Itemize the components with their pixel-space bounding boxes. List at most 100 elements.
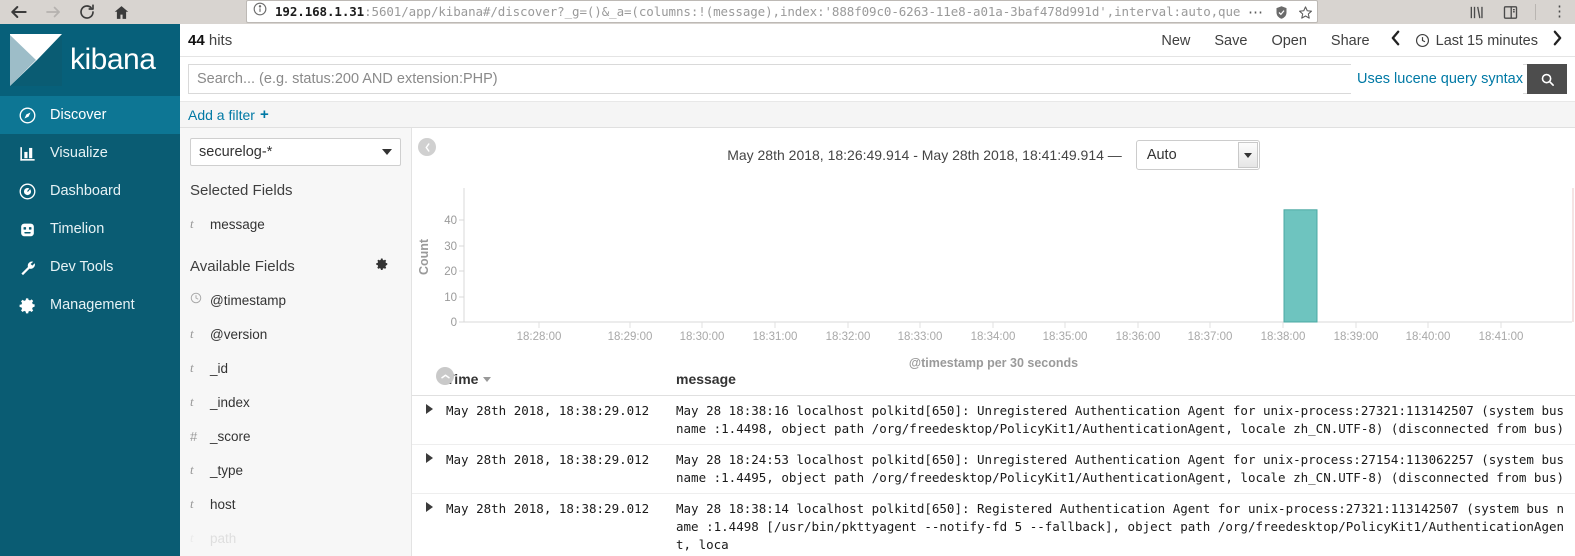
- field-item-path[interactable]: t path: [180, 521, 411, 555]
- field-item-timestamp[interactable]: @timestamp: [180, 283, 411, 317]
- timelion-icon: [14, 220, 40, 239]
- svg-text:18:34:00: 18:34:00: [971, 331, 1016, 343]
- sidebar-item-label: Discover: [50, 107, 107, 123]
- hits-counter: 44 hits: [180, 32, 232, 49]
- field-item-message[interactable]: t message: [180, 207, 411, 241]
- app-menu-icon[interactable]: ⋮: [1552, 4, 1571, 19]
- collapse-sidebar-button[interactable]: [418, 138, 436, 156]
- documents-table-header: Time message: [412, 367, 1575, 396]
- add-filter-label: Add a filter: [188, 106, 255, 123]
- page-info-icon[interactable]: [253, 2, 267, 21]
- library-icon[interactable]: [1468, 4, 1486, 21]
- collapse-chart-button[interactable]: [436, 367, 454, 385]
- svg-text:18:40:00: 18:40:00: [1406, 331, 1451, 343]
- url-bar-icons: ⋯: [1242, 1, 1313, 22]
- sidebar-item-label: Dev Tools: [50, 259, 114, 275]
- available-fields-title: Available Fields: [190, 257, 295, 275]
- documents-table: Time message May 28th 2018, 18:38:29.012…: [412, 367, 1575, 556]
- field-item-id[interactable]: t _id: [180, 351, 411, 385]
- chevron-left-icon: [1391, 30, 1399, 46]
- more-icon[interactable]: ⋯: [1248, 5, 1265, 20]
- field-item-version[interactable]: t @version: [180, 317, 411, 351]
- table-row[interactable]: May 28th 2018, 18:38:29.012 May 28 18:24…: [412, 445, 1575, 494]
- sidebar-item-dev-tools[interactable]: Dev Tools: [0, 248, 180, 286]
- expand-row-button[interactable]: [412, 451, 446, 487]
- hits-count: 44: [188, 31, 205, 49]
- home-button[interactable]: [106, 0, 136, 24]
- reload-button[interactable]: [72, 0, 102, 24]
- interval-select[interactable]: Auto: [1135, 140, 1260, 170]
- new-button[interactable]: New: [1149, 33, 1202, 49]
- search-input[interactable]: [188, 64, 1527, 94]
- chart-header: May 28th 2018, 18:26:49.914 - May 28th 2…: [412, 128, 1575, 182]
- available-fields-header: Available Fields: [180, 241, 411, 283]
- field-type-icon: t: [190, 394, 194, 409]
- spinner-down-icon[interactable]: [1237, 142, 1258, 168]
- gear-icon: [14, 296, 40, 315]
- chevron-up-circle-icon: [440, 374, 450, 378]
- expand-row-button[interactable]: [412, 402, 446, 438]
- sort-caret-icon[interactable]: [483, 376, 492, 382]
- bar-chart-icon: [14, 144, 40, 163]
- sidebar-item-visualize[interactable]: Visualize: [0, 134, 180, 172]
- open-button[interactable]: Open: [1259, 33, 1318, 49]
- svg-text:18:31:00: 18:31:00: [753, 331, 798, 343]
- wrench-icon: [14, 258, 40, 277]
- search-button[interactable]: [1527, 64, 1567, 94]
- query-bar: Uses lucene query syntax: [180, 57, 1575, 101]
- star-icon[interactable]: [1298, 5, 1313, 20]
- lucene-syntax-link[interactable]: Uses lucene query syntax: [1350, 64, 1523, 94]
- forward-button[interactable]: [38, 0, 68, 24]
- row-time: May 28th 2018, 18:38:29.012: [446, 452, 650, 467]
- share-button[interactable]: Share: [1319, 33, 1382, 49]
- field-name: _type: [210, 462, 244, 478]
- bar-18-38-00[interactable]: [1283, 209, 1318, 323]
- sidebar-item-discover[interactable]: Discover: [0, 96, 180, 134]
- kibana-logo[interactable]: kibana: [0, 24, 180, 96]
- expand-triangle-icon: [425, 453, 433, 463]
- index-pattern-value: securelog-*: [199, 144, 273, 160]
- sidebar-item-dashboard[interactable]: Dashboard: [0, 172, 180, 210]
- histogram-chart[interactable]: 0 10 20 30 40 Count 18:28:00 18:29:00 18…: [412, 182, 1575, 370]
- interval-value: Auto: [1146, 147, 1177, 163]
- sidebar-item-label: Timelion: [50, 221, 105, 237]
- field-name: _id: [210, 360, 229, 376]
- gear-icon[interactable]: [375, 257, 389, 275]
- field-item-index[interactable]: t _index: [180, 385, 411, 419]
- field-item-score[interactable]: # _score: [180, 419, 411, 453]
- url-text: 192.168.1.31:5601/app/kibana#/discover?_…: [275, 4, 1311, 19]
- field-item-host[interactable]: t host: [180, 487, 411, 521]
- time-prev-button[interactable]: [1382, 30, 1409, 51]
- back-button[interactable]: [4, 0, 34, 24]
- row-message: May 28 18:24:53 localhost polkitd[650]: …: [676, 452, 1565, 485]
- url-bar[interactable]: 192.168.1.31:5601/app/kibana#/discover?_…: [246, 0, 1318, 23]
- fields-panel: securelog-* Selected Fields t message Av…: [180, 128, 412, 556]
- save-button[interactable]: Save: [1202, 33, 1259, 49]
- expand-row-button[interactable]: [412, 500, 446, 554]
- table-row[interactable]: May 28th 2018, 18:38:29.012 May 28 18:38…: [412, 494, 1575, 556]
- kibana-brand-text: kibana: [70, 43, 156, 76]
- add-filter-button[interactable]: Add a filter +: [188, 106, 269, 123]
- home-icon: [114, 5, 128, 19]
- tracking-protection-icon[interactable]: [1274, 5, 1289, 20]
- time-next-button[interactable]: [1544, 30, 1571, 51]
- time-column-header[interactable]: Time: [446, 371, 676, 387]
- message-column-header[interactable]: message: [676, 371, 1575, 387]
- row-message: May 28 18:38:14 localhost polkitd[650]: …: [676, 501, 1565, 552]
- table-row[interactable]: May 28th 2018, 18:38:29.012 May 28 18:38…: [412, 396, 1575, 445]
- sidebar-icon[interactable]: [1502, 4, 1519, 21]
- expand-triangle-icon: [425, 404, 433, 414]
- svg-text:18:29:00: 18:29:00: [608, 331, 653, 343]
- time-range-picker[interactable]: Last 15 minutes: [1409, 33, 1544, 49]
- svg-text:18:30:00: 18:30:00: [680, 331, 725, 343]
- sidebar-item-management[interactable]: Management: [0, 286, 180, 324]
- row-message: May 28 18:38:16 localhost polkitd[650]: …: [676, 403, 1565, 436]
- field-name: _score: [210, 428, 251, 444]
- index-pattern-select[interactable]: securelog-*: [190, 138, 401, 166]
- sidebar-item-timelion[interactable]: Timelion: [0, 210, 180, 248]
- kibana-sidebar: kibana Discover Visualize Dashboard Time…: [0, 24, 180, 556]
- svg-text:18:37:00: 18:37:00: [1188, 331, 1233, 343]
- svg-text:18:28:00: 18:28:00: [517, 331, 562, 343]
- field-item-type[interactable]: t _type: [180, 453, 411, 487]
- selected-fields-header: Selected Fields: [180, 166, 411, 207]
